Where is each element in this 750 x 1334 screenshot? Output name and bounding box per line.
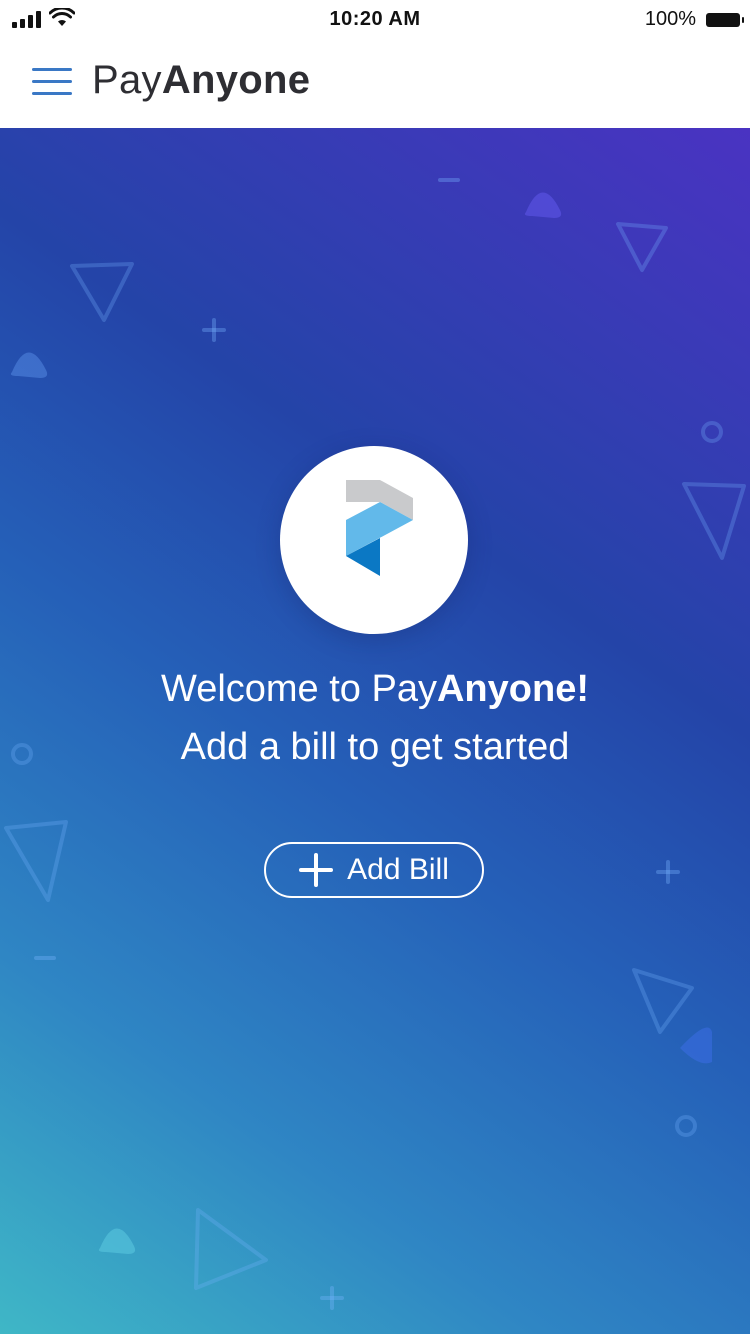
welcome-subtitle: Add a bill to get started [180, 726, 570, 768]
battery-percent: 100% [644, 8, 696, 30]
menu-button[interactable] [30, 64, 74, 100]
welcome-hero: Welcome to PayAnyone! Add a bill to get … [0, 128, 750, 1334]
welcome-brand: Anyone! [436, 668, 589, 710]
app-title: PayAnyone [92, 58, 310, 103]
welcome-heading: Welcome to PayAnyone! [0, 668, 750, 711]
status-right: 100% [644, 8, 744, 31]
welcome-prefix: Welcome to Pay [161, 668, 437, 710]
plus-icon [299, 853, 334, 887]
add-bill-label: Add Bill [347, 853, 449, 886]
status-time: 10:20 AM [329, 8, 421, 30]
brand-light: Pay [92, 58, 162, 102]
payanyone-logo-mark [346, 480, 413, 576]
battery-icon [706, 12, 744, 27]
app-screen: 10:20 AM 100% PayAnyone Welcome to PayAn… [0, 0, 750, 1334]
app-header: PayAnyone [0, 40, 750, 128]
brand-bold: Anyone [161, 58, 311, 102]
status-bar: 10:20 AM 100% [0, 0, 750, 40]
add-bill-button[interactable]: Add Bill [264, 842, 484, 898]
payanyone-logo [280, 446, 468, 634]
